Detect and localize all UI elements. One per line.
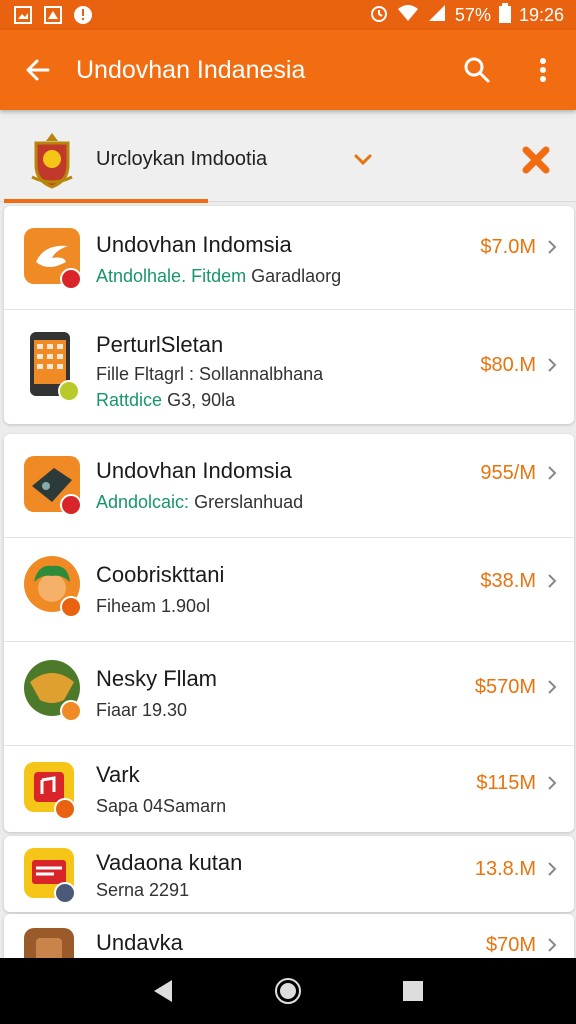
system-status-icons: 57% 19:26	[369, 2, 564, 28]
row-subtitle: Fiaar 19.30	[96, 700, 188, 720]
chevron-right-icon	[548, 240, 557, 254]
row-price: $38.M	[480, 570, 536, 592]
row-subtitle-green: Atndolhale. Fitdem	[96, 266, 247, 286]
search-icon	[464, 57, 490, 83]
row-title: Undavka	[96, 930, 183, 955]
row-subtitle-text: Grerslanhuad	[194, 492, 304, 512]
results-card: Undovhan Indomsia Atndolhale. Fitdem Gar…	[4, 206, 574, 424]
row-subtitle-green: Adndolcaic:	[96, 492, 190, 512]
list-item[interactable]: Coobriskttani Fiheam 1.90ol $38.M	[4, 538, 574, 642]
crest-logo-icon	[28, 131, 76, 189]
row-subtitle: Fiheam 1.90ol	[96, 596, 211, 616]
clock: 19:26	[518, 4, 564, 25]
nav-back-button[interactable]	[143, 971, 183, 1011]
chevron-right-icon	[548, 466, 557, 480]
list-item[interactable]: Undovhan Indomsia Adndolcaic: Grerslanhu…	[4, 434, 574, 538]
status-bar: 57% 19:26	[0, 0, 576, 30]
close-icon	[522, 146, 550, 173]
chevron-right-icon	[548, 358, 557, 372]
wifi-icon	[397, 4, 419, 27]
filter-bar[interactable]: Urcloykan Imdootia	[0, 118, 576, 203]
alarm-icon	[369, 3, 389, 28]
row-price: $7.0M	[480, 236, 536, 258]
row-subtitle-text: G3, 90la	[167, 390, 236, 410]
row-title: Undovhan Indomsia	[96, 232, 292, 257]
list-item[interactable]: PerturlSletan Fille Fltagrl : Sollannalb…	[4, 310, 574, 424]
row-price: $115M	[476, 772, 536, 794]
home-circle-icon	[274, 978, 301, 1004]
badge-icon	[54, 882, 76, 904]
badge-icon	[60, 494, 82, 516]
row-title: Undovhan Indomsia	[96, 458, 292, 483]
alert-notification-icon	[72, 6, 94, 24]
row-subtitle: Serna 2291	[96, 880, 190, 900]
chevron-right-icon	[548, 574, 557, 588]
overflow-menu-button[interactable]	[510, 30, 576, 110]
chevron-right-icon	[548, 776, 557, 790]
row-price: $570M	[474, 676, 536, 698]
badge-icon	[54, 798, 76, 820]
photo-notification-icon	[42, 6, 64, 24]
system-navigation-bar	[0, 958, 576, 1024]
page-title: Undovhan Indanesia	[76, 55, 306, 84]
battery-percent: 57%	[454, 4, 491, 25]
chevron-right-icon	[548, 938, 557, 952]
nav-recents-button[interactable]	[393, 971, 433, 1011]
battery-icon	[498, 2, 511, 28]
row-price: 955/M	[480, 462, 536, 484]
row-title: Vark	[96, 762, 140, 787]
notification-icons	[12, 6, 94, 24]
dropdown-button[interactable]	[348, 145, 378, 175]
row-price: 13.8.M	[474, 858, 536, 880]
list-item[interactable]: Vark Sapa 04Samarn $115M	[4, 746, 574, 832]
chevron-right-icon	[548, 862, 557, 876]
more-vert-icon	[540, 58, 546, 82]
results-card: Undovhan Indomsia Adndolcaic: Grerslanhu…	[4, 434, 574, 832]
badge-icon	[60, 268, 82, 290]
badge-icon	[60, 700, 82, 722]
row-title: Coobriskttani	[96, 562, 225, 587]
list-item[interactable]: Nesky Fllam Fiaar 19.30 $570M	[4, 642, 574, 746]
row-title: Vadaona kutan	[96, 850, 243, 875]
back-triangle-icon	[153, 980, 172, 1002]
chevron-right-icon	[548, 680, 557, 694]
badge-icon	[60, 596, 82, 618]
results-card: Vadaona kutan Serna 2291 13.8.M	[4, 836, 574, 912]
row-price: $70M	[485, 934, 536, 956]
row-subtitle-2: Rattdice G3, 90la	[96, 390, 235, 411]
nav-home-button[interactable]	[268, 971, 308, 1011]
row-title: PerturlSletan	[96, 332, 224, 357]
clear-filter-button[interactable]	[516, 140, 556, 180]
back-button[interactable]	[0, 30, 76, 110]
row-subtitle-green: Rattdice	[96, 390, 163, 410]
list-item[interactable]: Undovhan Indomsia Atndolhale. Fitdem Gar…	[4, 206, 574, 310]
row-subtitle: Sapa 04Samarn	[96, 796, 227, 816]
image-notification-icon	[12, 6, 34, 24]
filter-active-indicator	[4, 199, 208, 203]
recents-square-icon	[403, 981, 424, 1001]
app-bar: Undovhan Indanesia	[0, 30, 576, 110]
row-price: $80.M	[480, 354, 536, 376]
row-title: Nesky Fllam	[96, 666, 218, 691]
row-subtitle: Atndolhale. Fitdem Garadlaorg	[96, 266, 341, 287]
back-arrow-icon	[26, 59, 50, 81]
badge-icon	[58, 380, 80, 402]
row-subtitle-text: Garadlaorg	[251, 266, 342, 286]
filter-label: Urcloykan Imdootia	[96, 148, 268, 170]
row-subtitle: Adndolcaic: Grerslanhuad	[96, 492, 303, 513]
list-item[interactable]: Vadaona kutan Serna 2291 13.8.M	[4, 836, 574, 912]
row-subtitle: Fille Fltagrl : Sollannalbhana	[96, 364, 324, 384]
chevron-down-icon	[354, 154, 372, 165]
search-button[interactable]	[444, 30, 510, 110]
signal-icon	[427, 4, 447, 27]
